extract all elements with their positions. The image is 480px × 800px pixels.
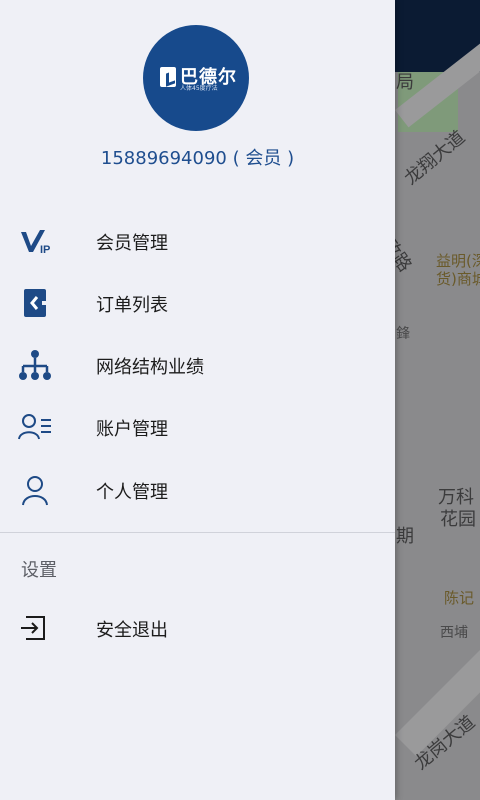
map-poi-label: 货)商城 [436,270,480,288]
menu-label: 会员管理 [96,233,168,254]
menu-item-member-management[interactable]: IP 会员管理 [0,210,395,272]
menu-item-personal-management[interactable]: 个人管理 [0,459,395,521]
logout-button[interactable]: 安全退出 [0,597,395,659]
navigation-drawer: 巴德尔 人体45度疗法 15889694090 ( 会员 ) IP 会员管理 订… [0,0,395,800]
section-divider [0,532,395,533]
network-structure-icon [18,348,52,382]
brand-logo-tagline: 人体45度疗法 [180,85,218,92]
map-poi-label: 陈记 [444,589,475,607]
person-icon [18,473,52,507]
map-label: 鋒 [396,326,410,342]
order-list-icon [18,286,52,320]
user-phone: 15889694090 [100,148,227,169]
map-label: 龙翔大道 [400,126,470,190]
user-info: 15889694090 ( 会员 ) [0,144,395,170]
settings-section-title: 设置 [21,560,57,581]
map-label: 期 [396,526,414,547]
menu-item-account-management[interactable]: 账户管理 [0,396,395,458]
menu-label: 个人管理 [96,482,168,503]
svg-text:IP: IP [40,244,50,256]
map-label: 西埔 [440,625,468,641]
user-role: ( 会员 ) [232,148,295,169]
map-label: 花园 [440,509,476,530]
menu-label: 网络结构业绩 [96,357,204,378]
logout-icon [18,611,52,645]
menu-label: 订单列表 [96,295,168,316]
vip-icon: IP [18,224,52,258]
menu-item-network-performance[interactable]: 网络结构业绩 [0,334,395,396]
menu-item-order-list[interactable]: 订单列表 [0,272,395,334]
logout-label: 安全退出 [96,620,168,641]
brand-logo-mark [160,67,176,87]
brand-logo: 巴德尔 人体45度疗法 [143,25,249,131]
menu-label: 账户管理 [96,419,168,440]
account-list-icon [18,410,52,444]
map-label: 局 [396,72,414,93]
